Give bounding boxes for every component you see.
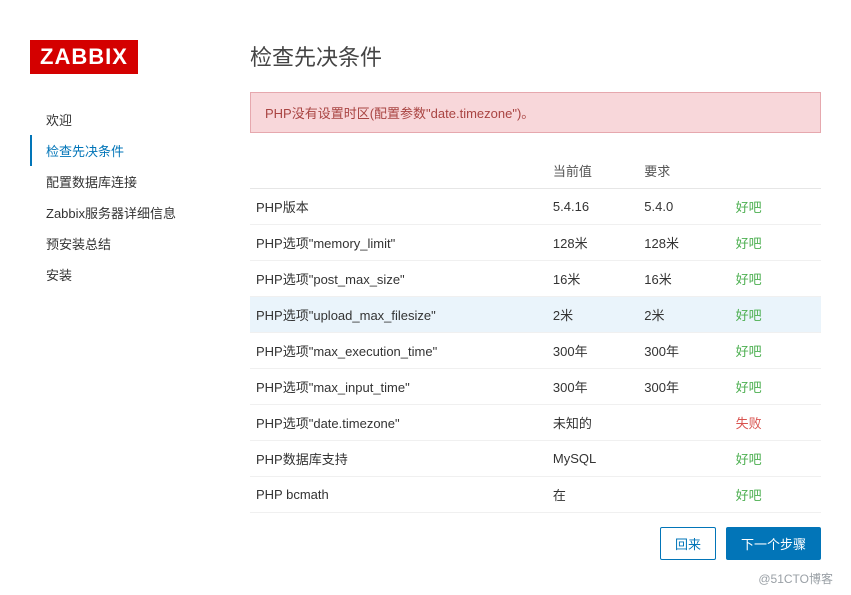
- status-ok: 好吧: [730, 261, 821, 297]
- logo: ZABBIX: [30, 40, 138, 74]
- cell-current: 300年: [547, 369, 638, 405]
- status-fail: 失败: [730, 405, 821, 441]
- cell-name: PHP选项"post_max_size": [250, 261, 547, 297]
- nav-step[interactable]: 欢迎: [30, 104, 220, 135]
- cell-required: 2米: [638, 297, 729, 333]
- cell-required: 128米: [638, 225, 729, 261]
- back-button[interactable]: 回来: [660, 527, 716, 560]
- header-required: 要求: [638, 153, 729, 189]
- table-row: PHP选项"post_max_size"16米16米好吧: [250, 261, 821, 297]
- table-row: PHP选项"max_input_time"300年300年好吧: [250, 369, 821, 405]
- cell-name: PHP选项"memory_limit": [250, 225, 547, 261]
- header-current: 当前值: [547, 153, 638, 189]
- nav-step[interactable]: 安装: [30, 259, 220, 290]
- cell-name: PHP版本: [250, 189, 547, 225]
- cell-name: PHP bcmath: [250, 477, 547, 513]
- cell-current: MySQL: [547, 441, 638, 477]
- nav-step[interactable]: Zabbix服务器详细信息: [30, 197, 220, 228]
- table-row: PHP数据库支持MySQL 好吧: [250, 441, 821, 477]
- cell-required: [638, 441, 729, 477]
- table-row: PHP bcmath在 好吧: [250, 477, 821, 513]
- cell-required: [638, 405, 729, 441]
- status-ok: 好吧: [730, 189, 821, 225]
- next-button[interactable]: 下一个步骤: [726, 527, 821, 560]
- header-status: [730, 153, 821, 189]
- cell-required: 16米: [638, 261, 729, 297]
- watermark: @51CTO博客: [0, 570, 851, 595]
- cell-required: 300年: [638, 333, 729, 369]
- cell-required: [638, 477, 729, 513]
- nav-steps: 欢迎检查先决条件配置数据库连接Zabbix服务器详细信息预安装总结安装: [30, 104, 220, 290]
- status-ok: 好吧: [730, 297, 821, 333]
- footer-actions: 回来 下一个步骤: [0, 513, 851, 570]
- nav-step[interactable]: 检查先决条件: [30, 135, 220, 166]
- cell-current: 未知的: [547, 405, 638, 441]
- nav-step[interactable]: 预安装总结: [30, 228, 220, 259]
- prerequisites-table: 当前值 要求 PHP版本5.4.165.4.0好吧PHP选项"memory_li…: [250, 153, 821, 513]
- cell-current: 2米: [547, 297, 638, 333]
- cell-current: 16米: [547, 261, 638, 297]
- cell-name: PHP数据库支持: [250, 441, 547, 477]
- nav-step[interactable]: 配置数据库连接: [30, 166, 220, 197]
- sidebar: ZABBIX 欢迎检查先决条件配置数据库连接Zabbix服务器详细信息预安装总结…: [30, 0, 220, 513]
- status-ok: 好吧: [730, 225, 821, 261]
- status-ok: 好吧: [730, 369, 821, 405]
- cell-current: 在: [547, 477, 638, 513]
- cell-name: PHP选项"max_execution_time": [250, 333, 547, 369]
- cell-name: PHP选项"max_input_time": [250, 369, 547, 405]
- cell-current: 5.4.16: [547, 189, 638, 225]
- table-row: PHP选项"upload_max_filesize"2米2米好吧: [250, 297, 821, 333]
- cell-required: 5.4.0: [638, 189, 729, 225]
- cell-required: 300年: [638, 369, 729, 405]
- status-ok: 好吧: [730, 477, 821, 513]
- page-title: 检查先决条件: [250, 40, 821, 72]
- cell-current: 300年: [547, 333, 638, 369]
- status-ok: 好吧: [730, 333, 821, 369]
- cell-current: 128米: [547, 225, 638, 261]
- cell-name: PHP选项"date.timezone": [250, 405, 547, 441]
- table-row: PHP选项"max_execution_time"300年300年好吧: [250, 333, 821, 369]
- cell-name: PHP选项"upload_max_filesize": [250, 297, 547, 333]
- header-name: [250, 153, 547, 189]
- table-row: PHP版本5.4.165.4.0好吧: [250, 189, 821, 225]
- table-row: PHP选项"date.timezone"未知的 失败: [250, 405, 821, 441]
- status-ok: 好吧: [730, 441, 821, 477]
- main-content: 检查先决条件 PHP没有设置时区(配置参数"date.timezone")。 当…: [220, 0, 851, 513]
- alert-message: PHP没有设置时区(配置参数"date.timezone")。: [250, 92, 821, 133]
- table-row: PHP选项"memory_limit"128米128米好吧: [250, 225, 821, 261]
